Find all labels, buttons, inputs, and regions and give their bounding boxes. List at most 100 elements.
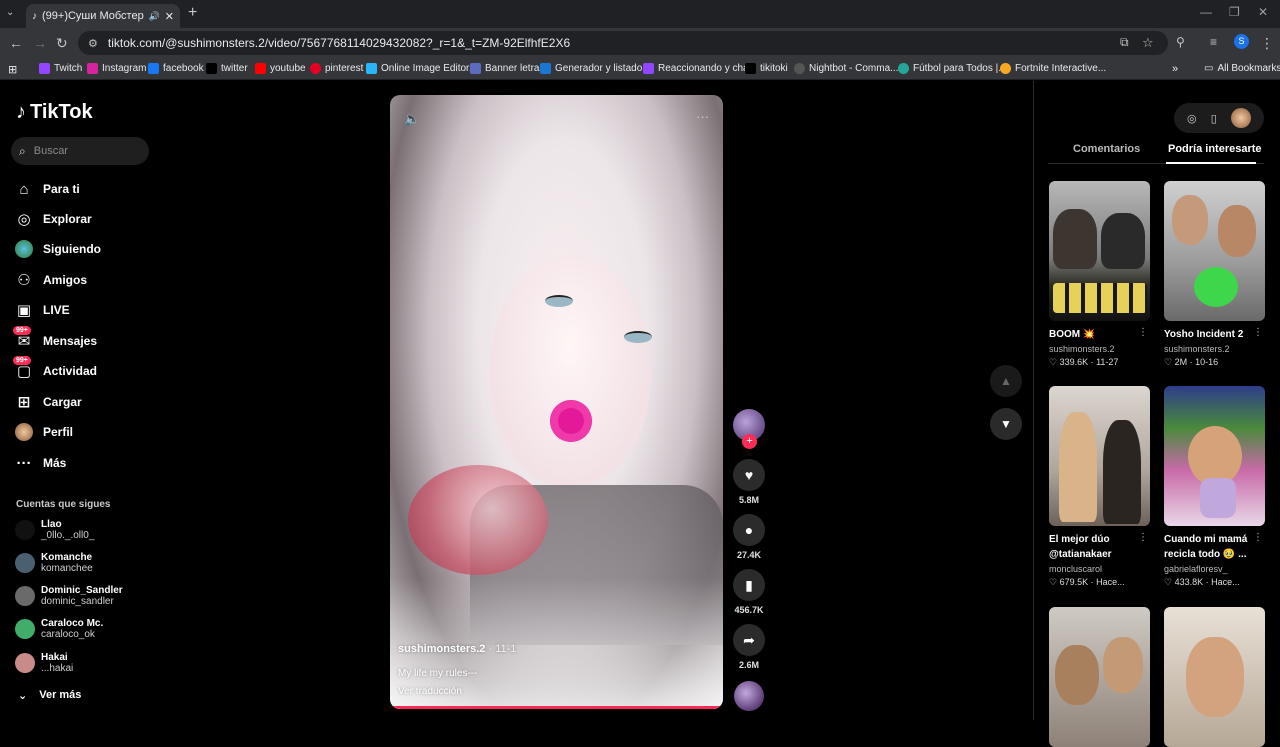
apps-grid-icon[interactable]: ⊞: [8, 63, 17, 76]
suggested-video-card[interactable]: Yosho Incident 2 ⋮ sushimonsters.2 ♡ 2M …: [1164, 181, 1265, 368]
bookmark-image-editor[interactable]: Online Image Editor...: [366, 63, 477, 74]
video-thumbnail[interactable]: [1164, 386, 1265, 526]
nav-mas[interactable]: ··· Más: [15, 454, 67, 472]
menu-icon[interactable]: ⋮: [1260, 35, 1274, 52]
site-info-icon[interactable]: ⚙: [88, 37, 98, 50]
translate-link[interactable]: Ver traducción: [398, 686, 462, 697]
sound-disc-avatar[interactable]: [734, 681, 764, 711]
all-bookmarks[interactable]: ▭ All Bookmarks: [1204, 63, 1280, 74]
followed-account[interactable]: Hakai ...hakai: [15, 652, 73, 674]
followed-account[interactable]: Komanche komanchee: [15, 552, 93, 574]
suggested-video-card[interactable]: BOOM 💥 ⋮ sushimonsters.2 ♡ 339.6K · 11-2…: [1049, 181, 1150, 368]
bookmark-fortnite[interactable]: Fortnite Interactive...: [1000, 63, 1106, 74]
followed-account[interactable]: Caraloco Mc. caraloco_ok: [15, 618, 103, 640]
video-frame-eye: [545, 295, 573, 307]
close-window-icon[interactable]: ✕: [1258, 5, 1268, 19]
like-button[interactable]: ♥: [733, 459, 765, 491]
new-tab-button[interactable]: +: [188, 4, 197, 22]
card-user[interactable]: moncluscarol: [1049, 564, 1150, 574]
suggested-video-card[interactable]: Cuando mi mamá recicla todo 🥹 ... ⋮ gabr…: [1164, 386, 1265, 588]
friends-icon: ⚇: [17, 272, 31, 289]
nav-para-ti[interactable]: ⌂ Para ti: [15, 180, 79, 198]
card-user[interactable]: gabrielafloresv_: [1164, 564, 1265, 574]
video-thumbnail[interactable]: [1164, 181, 1265, 321]
suggested-video-card[interactable]: [1049, 607, 1150, 747]
see-more-button[interactable]: ⌄ Ver más: [18, 689, 81, 702]
bookmark-nightbot[interactable]: Nightbot - Comma...: [794, 63, 898, 74]
share-button[interactable]: ➦: [733, 624, 765, 656]
next-video-button[interactable]: ▼: [990, 408, 1022, 440]
video-thumbnail[interactable]: [1049, 181, 1150, 321]
video-thumbnail[interactable]: [1049, 386, 1150, 526]
comment-button[interactable]: ●: [733, 514, 765, 546]
tab-audio-icon[interactable]: 🔊: [149, 11, 160, 22]
card-meta: ♡ 339.6K · 11-27: [1049, 357, 1119, 367]
nav-actividad[interactable]: ▢ 99+ Actividad: [13, 356, 97, 380]
extensions-icon[interactable]: ⚲: [1176, 35, 1185, 49]
bookmark-twitch[interactable]: Twitch: [39, 63, 82, 74]
tiktok-logo[interactable]: ♪ TikTok: [16, 101, 93, 124]
video-author[interactable]: sushimonsters.2 · 11-1: [398, 643, 516, 655]
nav-cargar[interactable]: ⊞ Cargar: [15, 393, 82, 411]
bookmark-pinterest[interactable]: pinterest: [310, 63, 363, 74]
back-icon[interactable]: ←: [9, 35, 23, 51]
user-avatar[interactable]: [1230, 108, 1251, 128]
compass-icon[interactable]: ◎: [1187, 112, 1197, 125]
follow-plus-icon[interactable]: +: [742, 434, 757, 449]
browser-tab[interactable]: ♪ (99+)Суши Мобстеры: Мо 🔊 ✕: [26, 4, 180, 28]
nav-siguiendo[interactable]: Siguiendo: [15, 240, 101, 258]
restore-icon[interactable]: ❐: [1229, 5, 1240, 19]
card-title: El mejor dúo: [1049, 534, 1110, 545]
card-more-icon[interactable]: ⋮: [1138, 532, 1148, 543]
card-more-icon[interactable]: ⋮: [1253, 532, 1263, 543]
video-more-icon[interactable]: ···: [696, 109, 709, 124]
card-user[interactable]: sushimonsters.2: [1049, 344, 1150, 354]
device-icon[interactable]: ▯: [1211, 112, 1217, 125]
bookmark-reaccionando[interactable]: Reaccionando y cha...: [643, 63, 757, 74]
reload-icon[interactable]: ↻: [56, 35, 68, 52]
suggested-video-card[interactable]: [1164, 607, 1265, 747]
minimize-icon[interactable]: —: [1200, 5, 1212, 19]
card-more-icon[interactable]: ⋮: [1253, 327, 1263, 338]
card-user[interactable]: sushimonsters.2: [1164, 344, 1265, 354]
tab-search-chevron-icon[interactable]: ⌄: [6, 7, 14, 18]
profile-avatar[interactable]: S: [1234, 34, 1249, 49]
tab-close-icon[interactable]: ✕: [165, 10, 174, 23]
nav-live[interactable]: ▣ LIVE: [15, 301, 70, 319]
nav-perfil[interactable]: Perfil: [15, 423, 73, 441]
save-button[interactable]: ▮: [733, 569, 765, 601]
install-app-icon[interactable]: ⧉: [1120, 35, 1129, 50]
followed-account[interactable]: Llao _0llo._.oll0_: [15, 519, 94, 541]
bookmark-youtube[interactable]: youtube: [255, 63, 306, 74]
volume-icon[interactable]: 🔈: [404, 111, 420, 127]
previous-video-button[interactable]: ▲: [990, 365, 1022, 397]
bookmark-generador[interactable]: Generador y listado...: [540, 63, 651, 74]
bookmark-futbol[interactable]: Fútbol para Todos |...: [898, 63, 1007, 74]
bookmark-facebook[interactable]: facebook: [148, 63, 204, 74]
nav-amigos[interactable]: ⚇ Amigos: [15, 271, 87, 289]
bookmark-instagram[interactable]: Instagram: [87, 63, 146, 74]
bookmark-star-icon[interactable]: ☆: [1142, 35, 1154, 51]
forward-icon[interactable]: →: [33, 35, 47, 51]
card-more-icon[interactable]: ⋮: [1138, 327, 1148, 338]
video-player[interactable]: 🔈 ··· sushimonsters.2 · 11-1 My life my …: [390, 95, 723, 709]
followed-account[interactable]: Dominic_Sandler dominic_sandler: [15, 585, 123, 607]
bookmark-banner[interactable]: Banner letras: [470, 63, 544, 74]
media-icon[interactable]: ≡: [1210, 35, 1217, 49]
suggested-video-card[interactable]: El mejor dúo @tatianakaer ⋮ moncluscarol…: [1049, 386, 1150, 588]
author-avatar[interactable]: +: [733, 409, 765, 449]
url-input[interactable]: ⚙ tiktok.com/@sushimonsters.2/video/7567…: [78, 31, 1168, 55]
activity-badge: 99+: [13, 356, 31, 365]
more-bookmarks-icon[interactable]: »: [1172, 63, 1178, 75]
nav-mensajes[interactable]: ✉ 99+ Mensajes: [13, 326, 97, 350]
video-thumbnail[interactable]: [1164, 607, 1265, 747]
bookmark-tikitoki[interactable]: tikitoki: [745, 63, 788, 74]
video-frame-face: [490, 255, 650, 485]
video-thumbnail[interactable]: [1049, 607, 1150, 747]
tab-podria-interesarte[interactable]: Podría interesarte: [1168, 143, 1262, 155]
search-input[interactable]: ⌕ Buscar: [11, 137, 149, 165]
tab-comentarios[interactable]: Comentarios: [1073, 143, 1140, 155]
nav-explorar[interactable]: ◎ Explorar: [15, 210, 91, 228]
bookmark-twitter[interactable]: twitter: [206, 63, 248, 74]
video-progress-bar[interactable]: [390, 706, 723, 709]
